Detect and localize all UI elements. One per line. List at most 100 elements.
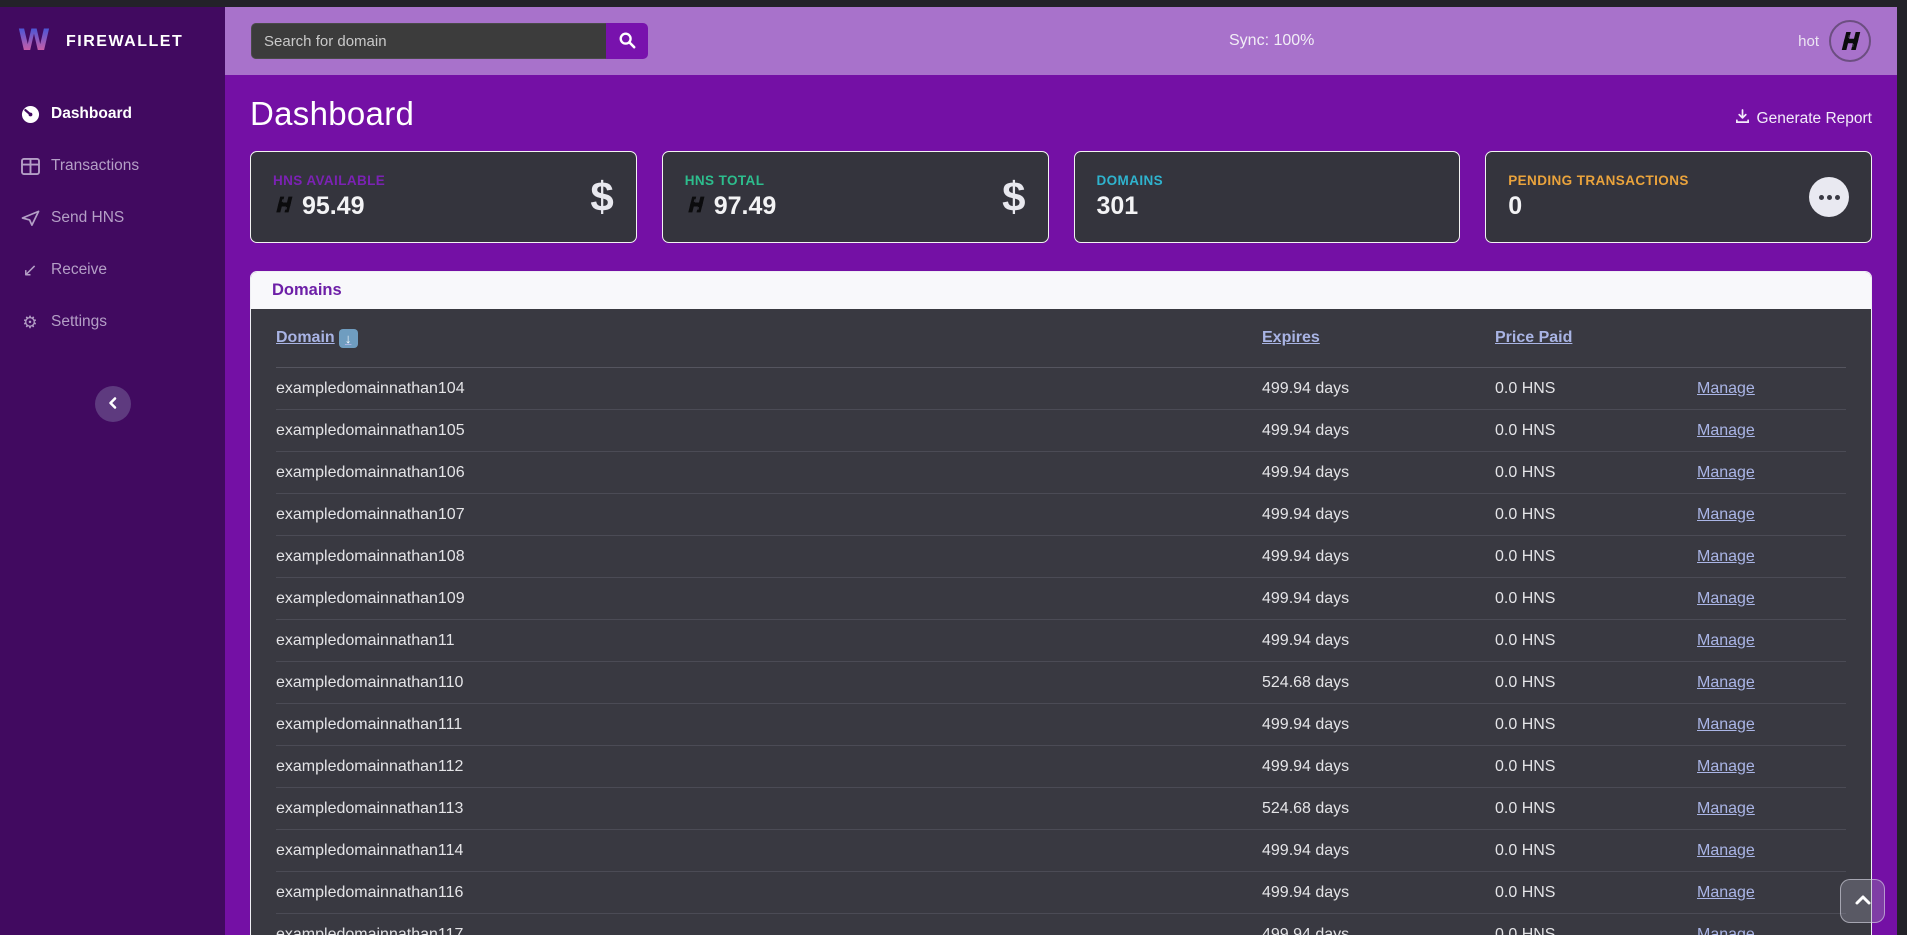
page-head: Dashboard Generate Report (250, 95, 1872, 133)
sort-descending-icon: ↓ (339, 329, 358, 348)
domain-name-cell: exampledomainnathan106 (276, 464, 1262, 482)
domain-name-cell: exampledomainnathan117 (276, 926, 1262, 935)
manage-link[interactable]: Manage (1697, 842, 1846, 860)
stat-card-hns-available: HNS AVAILABLE 95.49 $ (250, 151, 637, 243)
hns-logo-icon (685, 194, 706, 220)
price-paid-cell: 0.0 HNS (1495, 590, 1697, 608)
domain-name-cell: exampledomainnathan113 (276, 800, 1262, 818)
domain-name-cell: exampledomainnathan107 (276, 506, 1262, 524)
domain-name-cell: exampledomainnathan112 (276, 758, 1262, 776)
price-paid-cell: 0.0 HNS (1495, 464, 1697, 482)
manage-link[interactable]: Manage (1697, 926, 1846, 935)
table-row: exampledomainnathan11 499.94 days 0.0 HN… (276, 619, 1846, 661)
sidebar-item-label: Transactions (51, 157, 139, 175)
expires-cell: 499.94 days (1262, 380, 1495, 398)
app-window: W FIREWALLET Dashboard (0, 7, 1897, 935)
manage-link[interactable]: Manage (1697, 800, 1846, 818)
expires-cell: 499.94 days (1262, 758, 1495, 776)
search-input[interactable] (251, 23, 606, 59)
chevron-up-icon (1854, 894, 1872, 909)
stat-value: 301 (1097, 192, 1139, 221)
price-paid-cell: 0.0 HNS (1495, 884, 1697, 902)
download-icon (1735, 109, 1750, 129)
price-paid-cell: 0.0 HNS (1495, 380, 1697, 398)
stat-value: 97.49 (714, 192, 777, 221)
manage-link[interactable]: Manage (1697, 674, 1846, 692)
manage-link[interactable]: Manage (1697, 548, 1846, 566)
manage-link[interactable]: Manage (1697, 506, 1846, 524)
column-header-domain[interactable]: Domain↓ (276, 329, 1262, 348)
expires-cell: 499.94 days (1262, 716, 1495, 734)
price-paid-cell: 0.0 HNS (1495, 800, 1697, 818)
price-paid-cell: 0.0 HNS (1495, 758, 1697, 776)
stat-label: DOMAINS (1097, 173, 1164, 188)
price-paid-cell: 0.0 HNS (1495, 548, 1697, 566)
domain-name-cell: exampledomainnathan108 (276, 548, 1262, 566)
main-area: Sync: 100% hot Dashboard (225, 7, 1897, 935)
domains-card: Domains Domain↓ Expires Price Paid examp… (250, 271, 1872, 935)
manage-link[interactable]: Manage (1697, 464, 1846, 482)
sidebar-nav: Dashboard Transactions S (0, 88, 225, 348)
table-icon (20, 156, 40, 176)
sidebar-item-label: Send HNS (51, 209, 124, 227)
manage-link[interactable]: Manage (1697, 380, 1846, 398)
firewallet-logo-icon: W (18, 23, 54, 60)
price-paid-cell: 0.0 HNS (1495, 506, 1697, 524)
expires-cell: 499.94 days (1262, 422, 1495, 440)
table-row: exampledomainnathan116 499.94 days 0.0 H… (276, 871, 1846, 913)
manage-link[interactable]: Manage (1697, 422, 1846, 440)
manage-link[interactable]: Manage (1697, 590, 1846, 608)
sidebar-item-dashboard[interactable]: Dashboard (0, 88, 225, 140)
sync-status: Sync: 100% (1229, 32, 1314, 50)
stat-value: 95.49 (302, 192, 365, 221)
chevron-left-icon (106, 396, 120, 413)
manage-link[interactable]: Manage (1697, 716, 1846, 734)
table-row: exampledomainnathan113 524.68 days 0.0 H… (276, 787, 1846, 829)
generate-report-label: Generate Report (1757, 110, 1872, 128)
column-header-price-paid[interactable]: Price Paid (1495, 329, 1697, 347)
expires-cell: 499.94 days (1262, 464, 1495, 482)
expires-cell: 499.94 days (1262, 632, 1495, 650)
price-paid-cell: 0.0 HNS (1495, 716, 1697, 734)
stat-value: 0 (1508, 192, 1522, 221)
price-paid-cell: 0.0 HNS (1495, 926, 1697, 935)
brand[interactable]: W FIREWALLET (0, 7, 225, 74)
domains-table: Domain↓ Expires Price Paid exampledomain… (251, 309, 1871, 935)
domain-name-cell: exampledomainnathan110 (276, 674, 1262, 692)
gear-icon: ⚙ (20, 312, 40, 332)
domain-search (251, 23, 648, 59)
expires-cell: 499.94 days (1262, 884, 1495, 902)
sidebar-collapse-button[interactable] (95, 386, 131, 422)
sidebar-item-label: Settings (51, 313, 107, 331)
sidebar-item-settings[interactable]: ⚙ Settings (0, 296, 225, 348)
sidebar-item-transactions[interactable]: Transactions (0, 140, 225, 192)
domain-name-cell: exampledomainnathan105 (276, 422, 1262, 440)
manage-link[interactable]: Manage (1697, 758, 1846, 776)
stats-row: HNS AVAILABLE 95.49 $ HNS TOTAL (250, 151, 1872, 243)
stat-card-pending-transactions: PENDING TRANSACTIONS 0 (1485, 151, 1872, 243)
manage-link[interactable]: Manage (1697, 632, 1846, 650)
wallet-name: hot (1798, 33, 1819, 50)
dashboard-content: Dashboard Generate Report HNS AVAILABLE (225, 75, 1897, 935)
wallet-menu[interactable]: hot (1798, 20, 1871, 62)
table-row: exampledomainnathan107 499.94 days 0.0 H… (276, 493, 1846, 535)
stat-card-hns-total: HNS TOTAL 97.49 $ (662, 151, 1049, 243)
hns-logo-icon (273, 194, 294, 220)
expires-cell: 524.68 days (1262, 674, 1495, 692)
price-paid-cell: 0.0 HNS (1495, 842, 1697, 860)
manage-link[interactable]: Manage (1697, 884, 1846, 902)
domain-name-cell: exampledomainnathan11 (276, 632, 1262, 650)
expires-cell: 499.94 days (1262, 548, 1495, 566)
domain-name-cell: exampledomainnathan114 (276, 842, 1262, 860)
scroll-to-top-button[interactable] (1840, 879, 1885, 923)
stat-label: PENDING TRANSACTIONS (1508, 173, 1689, 188)
table-row: exampledomainnathan106 499.94 days 0.0 H… (276, 451, 1846, 493)
ellipsis-icon[interactable] (1809, 177, 1849, 217)
stat-card-domains: DOMAINS 301 (1074, 151, 1461, 243)
search-button[interactable] (606, 23, 648, 59)
table-row: exampledomainnathan111 499.94 days 0.0 H… (276, 703, 1846, 745)
generate-report-button[interactable]: Generate Report (1735, 109, 1872, 133)
sidebar-item-send-hns[interactable]: Send HNS (0, 192, 225, 244)
sidebar-item-receive[interactable]: ↙ Receive (0, 244, 225, 296)
column-header-expires[interactable]: Expires (1262, 329, 1495, 347)
